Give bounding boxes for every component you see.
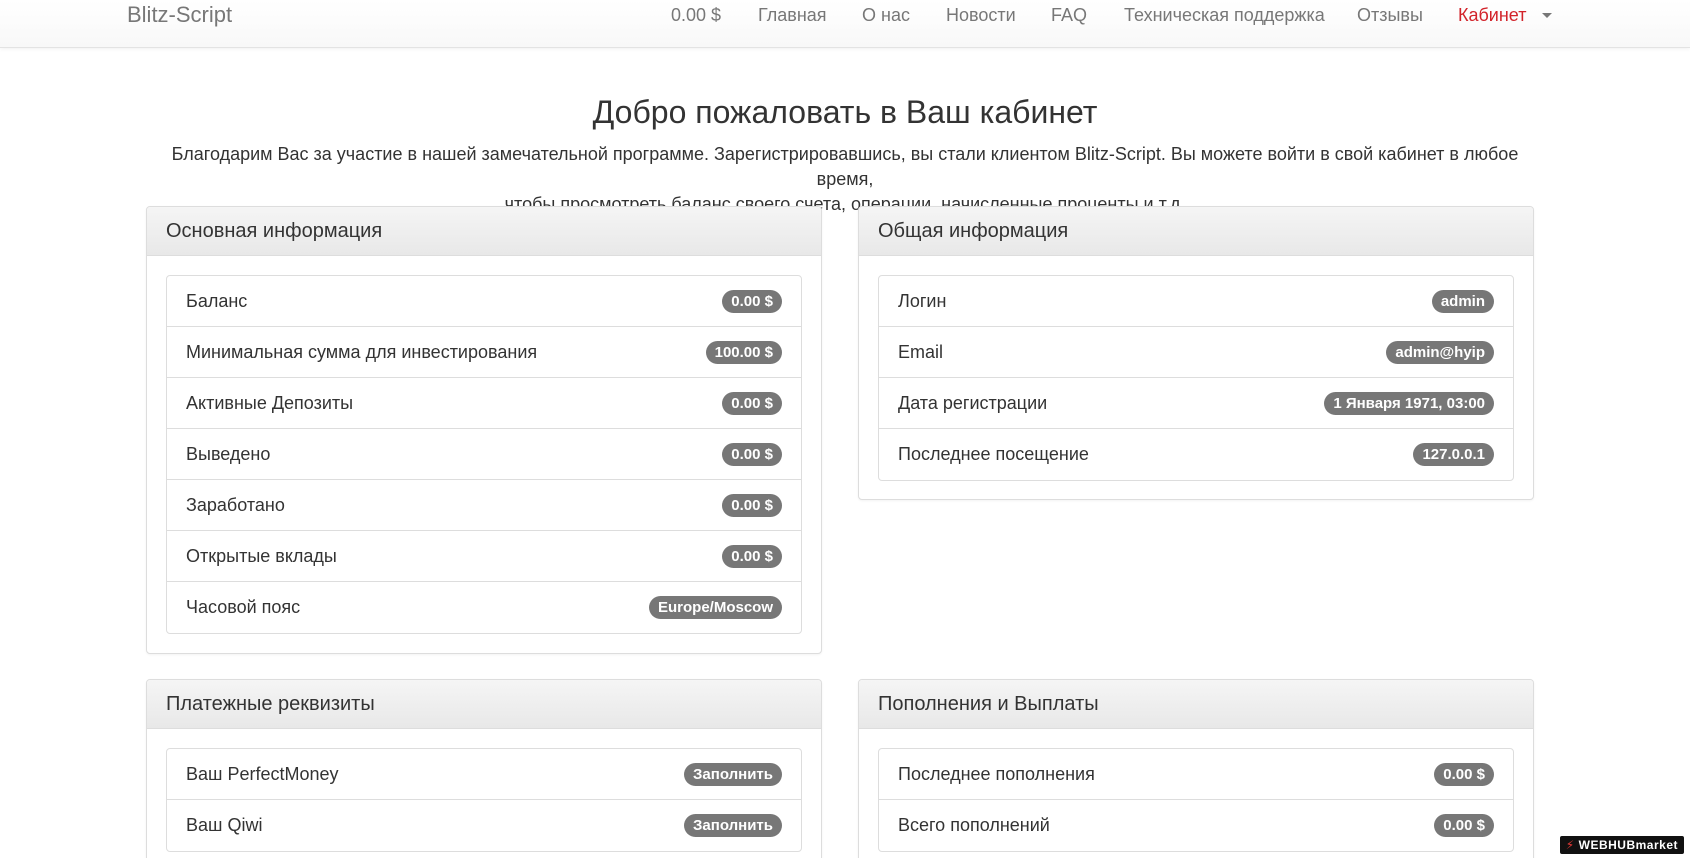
panel-payment-details: Платежные реквизиты Ваш PerfectMoney Зап… — [146, 679, 822, 858]
row-label: Выведено — [186, 444, 271, 464]
value-badge: 0.00 $ — [722, 494, 782, 517]
nav-balance[interactable]: 0.00 $ — [671, 3, 721, 27]
chevron-down-icon[interactable] — [1542, 13, 1552, 18]
nav-news[interactable]: Новости — [946, 3, 1016, 27]
value-badge: 0.00 $ — [722, 290, 782, 313]
row-label: Открытые вклады — [186, 546, 337, 566]
list-item: Активные Депозиты 0.00 $ — [167, 378, 801, 429]
nav-faq[interactable]: FAQ — [1051, 3, 1087, 27]
info-list: Последнее пополнения 0.00 $ Всего пополн… — [878, 748, 1514, 852]
row-label: Логин — [898, 291, 947, 311]
page-title: Добро пожаловать в Ваш кабинет — [592, 94, 1098, 130]
nav-support[interactable]: Техническая поддержка — [1124, 3, 1325, 27]
row-label: Ваш Qiwi — [186, 815, 263, 835]
panel-general-info: Общая информация Логин admin Email admin… — [858, 206, 1534, 500]
row-label: Ваш PerfectMoney — [186, 764, 339, 784]
row-label: Дата регистрации — [898, 393, 1048, 413]
row-label: Последнее посещение — [898, 444, 1089, 464]
list-item: Всего пополнений 0.00 $ — [879, 800, 1513, 851]
bolt-icon: ⚡ — [1565, 838, 1575, 852]
row-label: Последнее пополнения — [898, 764, 1095, 784]
info-list: Логин admin Email admin@hyip Дата регист… — [878, 275, 1514, 481]
value-badge: 0.00 $ — [722, 443, 782, 466]
list-item: Заработано 0.00 $ — [167, 480, 801, 531]
list-item: Минимальная сумма для инвестирования 100… — [167, 327, 801, 378]
nav-cabinet[interactable]: Кабинет — [1458, 3, 1526, 27]
list-item: Выведено 0.00 $ — [167, 429, 801, 480]
panel-heading: Пополнения и Выплаты — [859, 680, 1533, 729]
panel-deposits-payouts: Пополнения и Выплаты Последнее пополнени… — [858, 679, 1534, 858]
list-item: Логин admin — [879, 276, 1513, 327]
value-badge: 127.0.0.1 — [1413, 443, 1494, 466]
panel-heading: Платежные реквизиты — [147, 680, 821, 729]
panel-heading: Основная информация — [147, 207, 821, 256]
panel-basic-info: Основная информация Баланс 0.00 $ Минима… — [146, 206, 822, 654]
value-badge: 1 Января 1971, 03:00 — [1324, 392, 1494, 415]
list-item: Последнее посещение 127.0.0.1 — [879, 429, 1513, 480]
list-item: Дата регистрации 1 Января 1971, 03:00 — [879, 378, 1513, 429]
value-badge: admin — [1431, 290, 1494, 313]
value-badge: 0.00 $ — [1434, 763, 1494, 786]
list-item: Ваш Qiwi Заполнить — [167, 800, 801, 851]
row-label: Часовой пояс — [186, 597, 301, 617]
value-badge: 0.00 $ — [1434, 814, 1494, 837]
panel-heading: Общая информация — [859, 207, 1533, 256]
value-badge: 0.00 $ — [722, 392, 782, 415]
value-badge: Europe/Moscow — [648, 596, 782, 619]
row-label: Всего пополнений — [898, 815, 1050, 835]
info-list: Ваш PerfectMoney Заполнить Ваш Qiwi Запо… — [166, 748, 802, 852]
info-list: Баланс 0.00 $ Минимальная сумма для инве… — [166, 275, 802, 634]
fill-qiwi-button[interactable]: Заполнить — [684, 814, 782, 837]
list-item: Часовой пояс Europe/Moscow — [167, 582, 801, 633]
list-item: Баланс 0.00 $ — [167, 276, 801, 327]
value-badge: admin@hyip — [1386, 341, 1494, 364]
nav-about[interactable]: О нас — [862, 3, 910, 27]
value-badge: 100.00 $ — [705, 341, 782, 364]
watermark-logo: ⚡ WEBHUBmarket — [1559, 836, 1684, 854]
list-item: Открытые вклады 0.00 $ — [167, 531, 801, 582]
top-navbar: Blitz-Script 0.00 $ Главная О нас Новост… — [0, 0, 1690, 48]
intro-line-1: Благодарим Вас за участие в нашей замеча… — [171, 144, 1519, 189]
value-badge: 0.00 $ — [722, 545, 782, 568]
row-label: Email — [898, 342, 944, 362]
nav-home[interactable]: Главная — [758, 3, 827, 27]
list-item: Последнее пополнения 0.00 $ — [879, 749, 1513, 800]
row-label: Заработано — [186, 495, 285, 515]
nav-reviews[interactable]: Отзывы — [1357, 3, 1423, 27]
row-label: Активные Депозиты — [186, 393, 354, 413]
list-item: Ваш PerfectMoney Заполнить — [167, 749, 801, 800]
brand-logo[interactable]: Blitz-Script — [127, 2, 232, 28]
list-item: Email admin@hyip — [879, 327, 1513, 378]
watermark-text: WEBHUBmarket — [1578, 838, 1678, 852]
row-label: Баланс — [186, 291, 248, 311]
fill-perfectmoney-button[interactable]: Заполнить — [684, 763, 782, 786]
row-label: Минимальная сумма для инвестирования — [186, 342, 538, 362]
